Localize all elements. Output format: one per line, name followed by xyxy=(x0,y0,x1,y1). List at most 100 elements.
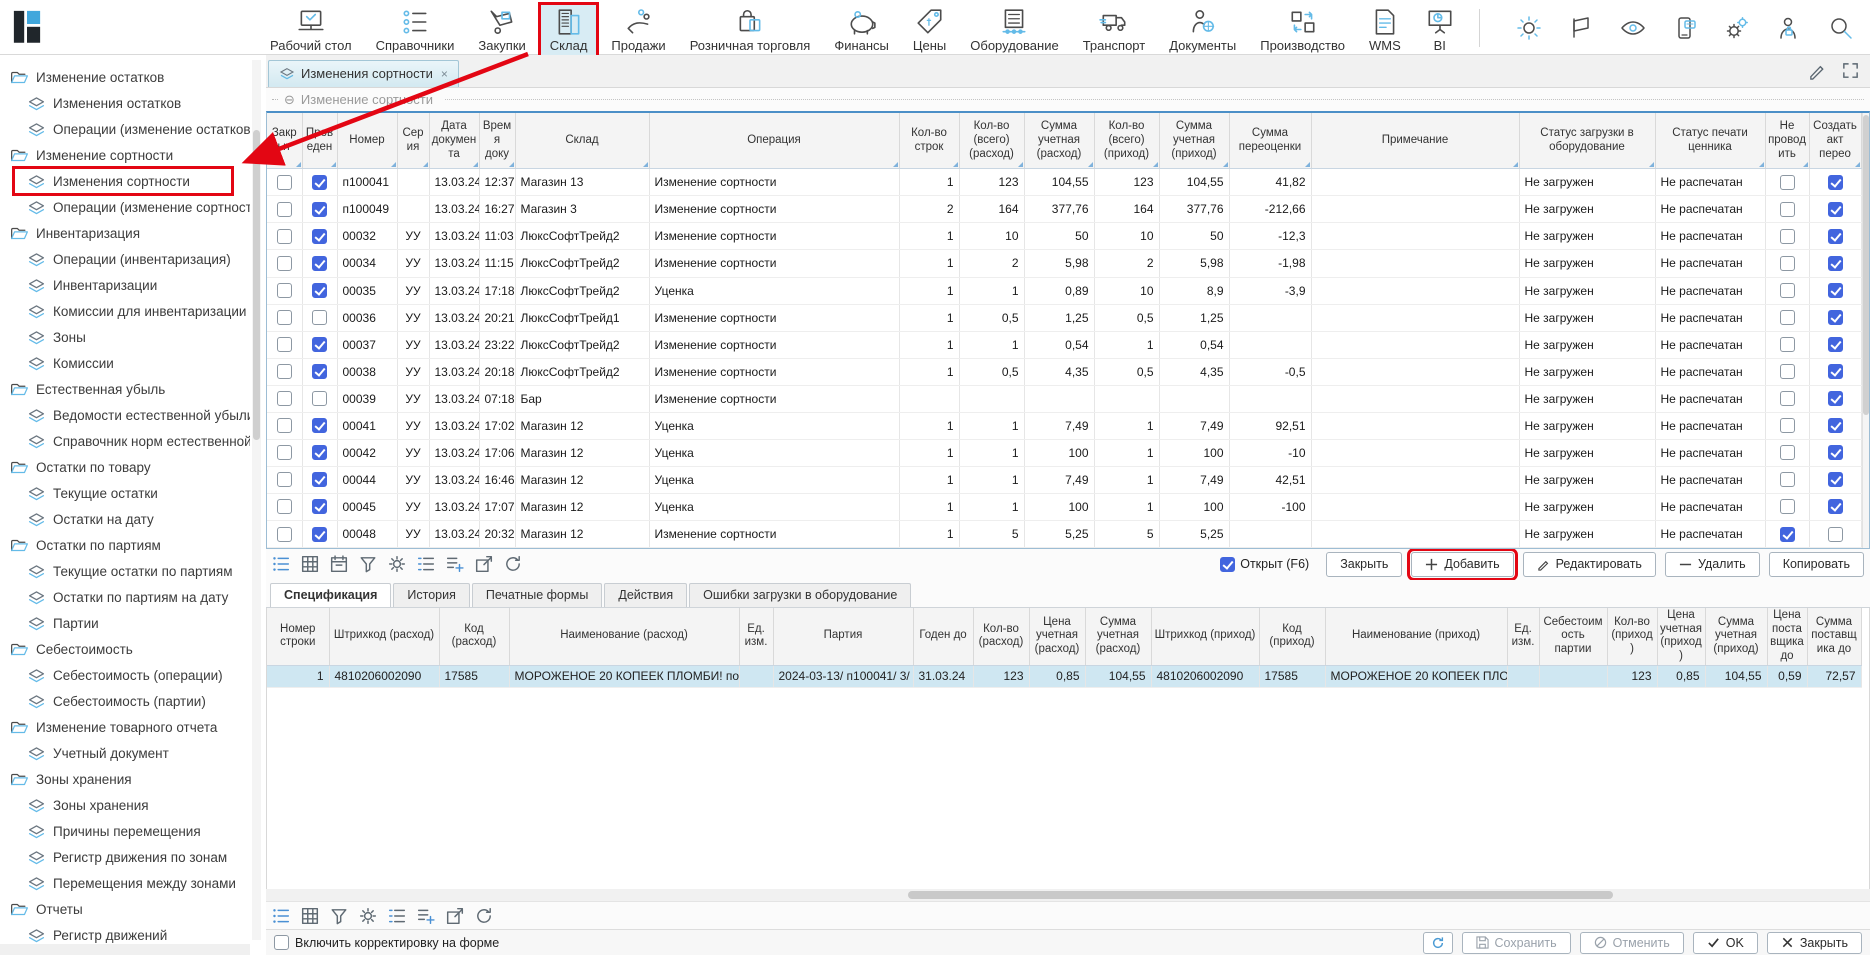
checkbox[interactable] xyxy=(277,283,292,298)
close-button[interactable]: Закрыть xyxy=(1767,932,1862,954)
checkbox[interactable] xyxy=(277,229,292,244)
sidebar-item-7[interactable]: Инвентаризация xyxy=(0,220,250,246)
list-view-icon[interactable] xyxy=(272,555,290,573)
spec-hscrollbar[interactable] xyxy=(266,889,1870,901)
filter-icon[interactable] xyxy=(359,555,377,573)
sidebar-item-32[interactable]: Перемещения между зонами xyxy=(0,870,250,896)
save-button[interactable]: Сохранить xyxy=(1462,932,1571,954)
checkbox[interactable] xyxy=(1780,229,1795,244)
table-row[interactable]: 00044УУ13.03.2416:46Магазин 12Уценка117,… xyxy=(267,466,1861,493)
checkbox[interactable] xyxy=(1828,310,1843,325)
column-header[interactable]: Партия xyxy=(773,608,913,666)
export-icon[interactable] xyxy=(446,907,464,925)
checkbox[interactable] xyxy=(312,175,327,190)
checkbox[interactable] xyxy=(1828,418,1843,433)
checkbox[interactable] xyxy=(1828,527,1843,542)
checkbox[interactable] xyxy=(312,256,327,271)
list-view-icon[interactable] xyxy=(272,907,290,925)
sidebar-item-23[interactable]: Себестоимость xyxy=(0,636,250,662)
checkbox[interactable] xyxy=(1828,256,1843,271)
column-header[interactable]: Годен до xyxy=(913,608,973,666)
table-row[interactable]: 00034УУ13.03.2411:15ЛюксСофтТрейд2Измене… xyxy=(267,250,1861,277)
checkbox[interactable] xyxy=(277,256,292,271)
menu-item-13[interactable]: WMS xyxy=(1357,2,1413,58)
checkbox[interactable] xyxy=(1828,445,1843,460)
table-row[interactable]: п10004913.03.2416:27Магазин 3Изменение с… xyxy=(267,196,1861,223)
detail-tab-4[interactable]: Действия xyxy=(604,583,687,607)
sidebar-item-29[interactable]: Зоны хранения xyxy=(0,792,250,818)
column-header[interactable]: Сумма учетная (расход) xyxy=(1024,113,1094,169)
sidebar-item-4[interactable]: Изменение сортности xyxy=(0,142,250,168)
refresh-icon[interactable] xyxy=(504,555,522,573)
checkbox[interactable] xyxy=(277,364,292,379)
mobile-message-icon[interactable] xyxy=(1672,15,1698,41)
checkbox[interactable] xyxy=(1828,283,1843,298)
checkbox[interactable] xyxy=(312,418,327,433)
grid-scrollbar[interactable] xyxy=(1862,113,1870,548)
column-header[interactable]: Наименование (расход) xyxy=(509,608,739,666)
column-header[interactable]: Ед. изм. xyxy=(739,608,773,666)
table-row[interactable]: 00036УУ13.03.2420:21ЛюксСофтТрейд1Измене… xyxy=(267,304,1861,331)
tab-izmeneniya-sortnosti[interactable]: Изменения сортности × xyxy=(268,60,459,87)
column-header[interactable]: Создать акт перео xyxy=(1809,113,1861,169)
sidebar-item-13[interactable]: Естественная убыль xyxy=(0,376,250,402)
column-header[interactable]: Наименование (приход) xyxy=(1325,608,1507,666)
column-header[interactable]: Проведен xyxy=(302,113,337,169)
checkbox[interactable] xyxy=(312,310,327,325)
sidebar-item-10[interactable]: Комиссии для инвентаризации xyxy=(0,298,250,324)
checkbox[interactable] xyxy=(312,364,327,379)
column-header[interactable]: Закрыт xyxy=(267,113,302,169)
checkbox[interactable] xyxy=(1828,202,1843,217)
sidebar-item-25[interactable]: Себестоимость (партии) xyxy=(0,688,250,714)
sidebar-item-30[interactable]: Причины перемещения xyxy=(0,818,250,844)
table-row[interactable]: 00037УУ13.03.2423:22ЛюксСофтТрейд2Измене… xyxy=(267,331,1861,358)
search-icon[interactable] xyxy=(1828,15,1854,41)
column-header[interactable]: Статус загрузки в оборудование xyxy=(1519,113,1655,169)
export-icon[interactable] xyxy=(475,555,493,573)
sidebar-item-33[interactable]: Отчеты xyxy=(0,896,250,922)
checkbox[interactable] xyxy=(1780,256,1795,271)
menu-item-5[interactable]: Продажи xyxy=(599,2,677,58)
checkbox[interactable] xyxy=(312,499,327,514)
sidebar-item-15[interactable]: Справочник норм естественной убыли xyxy=(0,428,250,454)
gear-icon[interactable] xyxy=(359,907,377,925)
column-header[interactable]: Кол-во (расход) xyxy=(973,608,1029,666)
table-row[interactable]: п10004113.03.2412:37Магазин 13Изменение … xyxy=(267,169,1861,196)
table-row[interactable]: 00045УУ13.03.2417:07Магазин 12Уценка1110… xyxy=(267,493,1861,520)
column-header[interactable]: Время доку xyxy=(479,113,515,169)
checkbox[interactable] xyxy=(312,229,327,244)
close-document-button[interactable]: Закрыть xyxy=(1326,552,1402,577)
grid-view-icon[interactable] xyxy=(301,555,319,573)
spec-row[interactable]: 1481020600209017585МОРОЖЕНОЕ 20 КОПЕЕК П… xyxy=(267,665,1861,687)
menu-item-2[interactable]: Справочники xyxy=(364,2,467,58)
sidebar-item-12[interactable]: Комиссии xyxy=(0,350,250,376)
column-header[interactable]: Сумма учетная (расход) xyxy=(1085,608,1151,666)
column-header[interactable]: Код (приход) xyxy=(1259,608,1325,666)
menu-item-4[interactable]: Склад xyxy=(538,2,600,58)
column-header[interactable]: Сумма учетная (приход) xyxy=(1705,608,1767,666)
grid-view-icon[interactable] xyxy=(301,907,319,925)
checkbox[interactable] xyxy=(277,391,292,406)
column-header[interactable]: Кол-во строк xyxy=(899,113,959,169)
sidebar-scrollbar[interactable] xyxy=(252,60,261,940)
checkbox[interactable] xyxy=(277,472,292,487)
column-header[interactable]: Сумма учетная (приход) xyxy=(1159,113,1229,169)
sidebar-item-22[interactable]: Партии xyxy=(0,610,250,636)
eye-icon[interactable] xyxy=(1620,15,1646,41)
checkbox[interactable] xyxy=(277,175,292,190)
menu-item-10[interactable]: Транспорт xyxy=(1071,2,1158,58)
table-row[interactable]: 00032УУ13.03.2411:03ЛюксСофтТрейд2Измене… xyxy=(267,223,1861,250)
detail-tab-2[interactable]: История xyxy=(393,583,469,607)
table-row[interactable]: 00039УУ13.03.2407:18БарИзменение сортнос… xyxy=(267,385,1861,412)
menu-item-6[interactable]: Розничная торговля xyxy=(678,2,823,58)
sidebar-item-27[interactable]: Учетный документ xyxy=(0,740,250,766)
checkbox[interactable] xyxy=(312,283,327,298)
refresh-button[interactable] xyxy=(1423,932,1453,954)
column-header[interactable]: Сумма поставщика до xyxy=(1807,608,1861,666)
sidebar-item-20[interactable]: Текущие остатки по партиям xyxy=(0,558,250,584)
checkbox[interactable] xyxy=(1780,310,1795,325)
checkbox[interactable] xyxy=(277,527,292,542)
sidebar-item-1[interactable]: Изменение остатков xyxy=(0,64,250,90)
column-header[interactable]: Штрихкод (приход) xyxy=(1151,608,1259,666)
column-header[interactable]: Дата документа xyxy=(429,113,479,169)
